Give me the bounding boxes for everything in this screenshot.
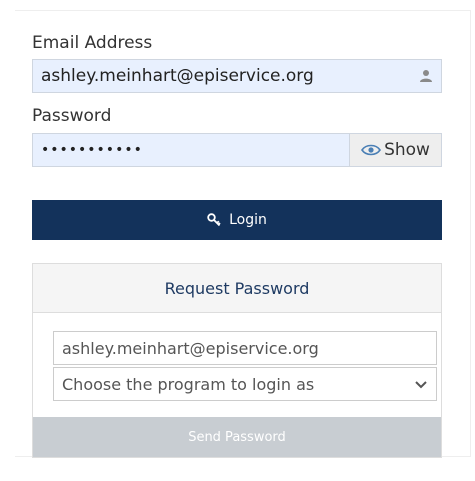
request-password-title: Request Password [33, 264, 441, 313]
email-field[interactable]: ashley.meinhart@episervice.org [32, 59, 442, 93]
request-email-input[interactable]: ashley.meinhart@episervice.org [53, 331, 437, 365]
password-label: Password [32, 106, 112, 126]
user-icon [411, 60, 441, 92]
show-password-button[interactable]: Show [349, 134, 441, 166]
program-select[interactable]: Choose the program to login as [53, 367, 437, 401]
login-label: Login [229, 212, 267, 228]
key-icon [207, 213, 221, 227]
email-label: Email Address [32, 33, 153, 53]
login-button[interactable]: Login [32, 200, 442, 240]
eye-icon [361, 144, 382, 156]
password-input[interactable]: ••••••••••• [33, 142, 349, 158]
send-password-button[interactable]: Send Password [33, 417, 441, 457]
email-input[interactable]: ashley.meinhart@episervice.org [33, 66, 411, 86]
request-password-panel: Request Password ashley.meinhart@episerv… [32, 263, 442, 458]
program-select-value: Choose the program to login as [62, 374, 315, 394]
show-label: Show [384, 140, 430, 160]
chevron-down-icon [414, 377, 428, 391]
password-field[interactable]: ••••••••••• Show [32, 133, 442, 167]
